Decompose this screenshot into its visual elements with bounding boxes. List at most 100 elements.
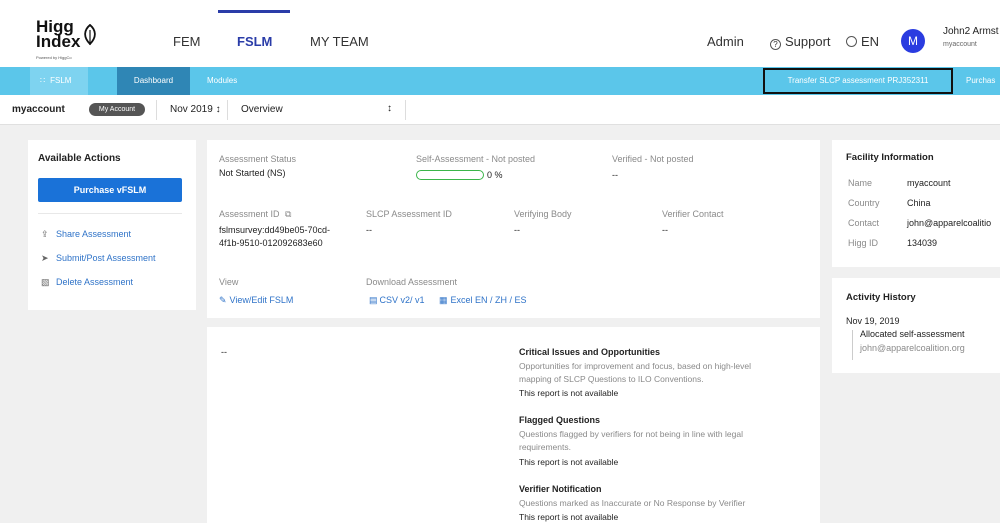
- tab-modules[interactable]: Modules: [207, 67, 237, 95]
- purchase-link[interactable]: Purchas: [966, 67, 995, 95]
- support-link[interactable]: ? Support: [770, 34, 831, 50]
- divider: [227, 100, 228, 120]
- language-selector[interactable]: EN: [846, 34, 879, 49]
- active-nav-indicator: [218, 10, 290, 13]
- leaf-icon: [84, 24, 96, 46]
- delete-assessment-link[interactable]: ▧ Delete Assessment: [41, 277, 133, 288]
- verifier-notification-title: Verifier Notification: [519, 484, 602, 494]
- language-label: EN: [861, 34, 880, 49]
- account-bar: myaccount My Account Nov 2019 ↕ Overview…: [0, 95, 1000, 125]
- csv-download-link[interactable]: ▤ CSV v2/ v1: [369, 295, 425, 306]
- submit-assessment-link[interactable]: ➤ Submit/Post Assessment: [41, 253, 156, 264]
- nav-fem[interactable]: FEM: [173, 34, 200, 49]
- file-icon: ▤: [369, 295, 378, 305]
- share-assessment-link[interactable]: ⇪ Share Assessment: [41, 229, 131, 240]
- activity-email: john@apparelcoalition.org: [860, 343, 965, 353]
- user-avatar[interactable]: M: [901, 29, 925, 53]
- module-fslm[interactable]: ∷ FSLM: [30, 67, 88, 95]
- assessment-status-card: Assessment Status Not Started (NS) Self-…: [207, 140, 820, 318]
- user-name[interactable]: John2 Armst: [943, 26, 999, 37]
- verified-label: Verified - Not posted: [612, 154, 694, 164]
- top-header: Higg Index Powered by HiggCo FEM FSLM MY…: [0, 0, 1000, 67]
- help-icon: ?: [770, 39, 781, 50]
- assessment-id-line1: fslmsurvey:dd49be05-70cd-: [219, 225, 331, 235]
- critical-issues-desc-2: mapping of SLCP Questions to ILO Convent…: [519, 374, 704, 384]
- facility-country-label: Country: [848, 198, 880, 208]
- available-actions-title: Available Actions: [38, 153, 121, 164]
- self-assessment-progress: [416, 170, 484, 180]
- reports-card: -- Critical Issues and Opportunities Opp…: [207, 327, 820, 523]
- logo-powered-by: Powered by HiggCo: [36, 55, 72, 60]
- excel-download-label: Excel EN / ZH / ES: [450, 295, 527, 305]
- verifying-body-value: --: [514, 225, 520, 235]
- view-edit-fslm-link[interactable]: ✎ View/Edit FSLM: [219, 295, 293, 306]
- facility-name-value: myaccount: [907, 178, 951, 188]
- facility-contact-value: john@apparelcoalitio: [907, 218, 992, 228]
- slcp-id-value: --: [366, 225, 372, 235]
- slcp-id-label: SLCP Assessment ID: [366, 209, 452, 219]
- timeline-line: [852, 330, 853, 360]
- grid-icon: ∷: [40, 76, 46, 85]
- view-selector[interactable]: Overview: [241, 104, 283, 115]
- nav-fslm[interactable]: FSLM: [237, 34, 272, 49]
- flagged-questions-title: Flagged Questions: [519, 415, 601, 425]
- assessment-id-line2: 4f1b-9510-012092683e60: [219, 238, 323, 248]
- nav-my-team[interactable]: MY TEAM: [310, 34, 369, 49]
- view-edit-fslm-label: View/Edit FSLM: [229, 295, 294, 305]
- transfer-slcp-button[interactable]: Transfer SLCP assessment PRJ352311: [763, 68, 953, 94]
- divider: [405, 100, 406, 120]
- critical-issues-title: Critical Issues and Opportunities: [519, 347, 661, 357]
- edit-icon: ✎: [219, 295, 227, 305]
- tab-dashboard[interactable]: Dashboard: [117, 67, 190, 95]
- facility-higg-id-label: Higg ID: [848, 238, 879, 248]
- facility-information-card: Facility Information Name myaccount Coun…: [832, 140, 1000, 267]
- activity-event: Allocated self-assessment: [860, 329, 965, 339]
- critical-issues-desc-1: Opportunities for improvement and focus,…: [519, 361, 751, 371]
- facility-name-label: Name: [848, 178, 873, 188]
- divider: [156, 100, 157, 120]
- admin-link[interactable]: Admin: [707, 34, 744, 49]
- account-name: myaccount: [12, 104, 65, 115]
- logo-text-index: Index: [36, 32, 81, 51]
- module-bar: ∷ FSLM Dashboard Modules Transfer SLCP as…: [0, 67, 1000, 95]
- csv-download-label: CSV v2/ v1: [379, 295, 425, 305]
- excel-download-link[interactable]: ▦ Excel EN / ZH / ES: [439, 295, 527, 306]
- user-account: myaccount: [943, 41, 977, 48]
- self-assessment-label: Self-Assessment - Not posted: [416, 154, 536, 164]
- purchase-vfslm-button[interactable]: Purchase vFSLM: [38, 178, 182, 202]
- critical-issues-status: This report is not available: [519, 388, 619, 398]
- send-icon: ➤: [41, 253, 49, 263]
- delete-assessment-label: Delete Assessment: [56, 277, 134, 287]
- reports-left-value: --: [221, 347, 227, 357]
- available-actions-card: Available Actions Purchase vFSLM ⇪ Share …: [28, 140, 196, 310]
- share-icon: ⇪: [41, 229, 49, 239]
- assessment-id-label-text: Assessment ID: [219, 209, 280, 219]
- assessment-id-label: Assessment ID ⧉: [219, 209, 291, 220]
- trash-icon: ▧: [41, 277, 50, 287]
- facility-contact-label: Contact: [848, 218, 880, 228]
- verifier-contact-value: --: [662, 225, 668, 235]
- verifier-contact-label: Verifier Contact: [662, 209, 724, 219]
- submit-assessment-label: Submit/Post Assessment: [56, 253, 156, 263]
- self-assessment-percent: 0 %: [487, 170, 503, 180]
- verifying-body-label: Verifying Body: [514, 209, 572, 219]
- view-selector-caret[interactable]: ↕: [387, 103, 392, 114]
- verified-value: --: [612, 170, 618, 180]
- facility-higg-id-value: 134039: [907, 238, 938, 248]
- activity-history-title: Activity History: [846, 292, 916, 303]
- status-label: Assessment Status: [219, 154, 297, 164]
- activity-date: Nov 19, 2019: [846, 316, 900, 326]
- excel-icon: ▦: [439, 295, 448, 305]
- higg-index-logo[interactable]: Higg Index Powered by HiggCo: [36, 18, 106, 62]
- globe-icon: [846, 36, 857, 47]
- verifier-notification-desc-1: Questions marked as Inaccurate or No Res…: [519, 498, 746, 508]
- copy-icon[interactable]: ⧉: [285, 209, 291, 219]
- support-label: Support: [785, 34, 831, 49]
- divider: [38, 213, 182, 214]
- flagged-questions-desc-1: Questions flagged by verifiers for not b…: [519, 429, 743, 439]
- view-label: View: [219, 277, 239, 287]
- facility-information-title: Facility Information: [846, 152, 934, 163]
- date-selector[interactable]: Nov 2019 ↕: [170, 104, 221, 115]
- download-label: Download Assessment: [366, 277, 458, 287]
- facility-country-value: China: [907, 198, 931, 208]
